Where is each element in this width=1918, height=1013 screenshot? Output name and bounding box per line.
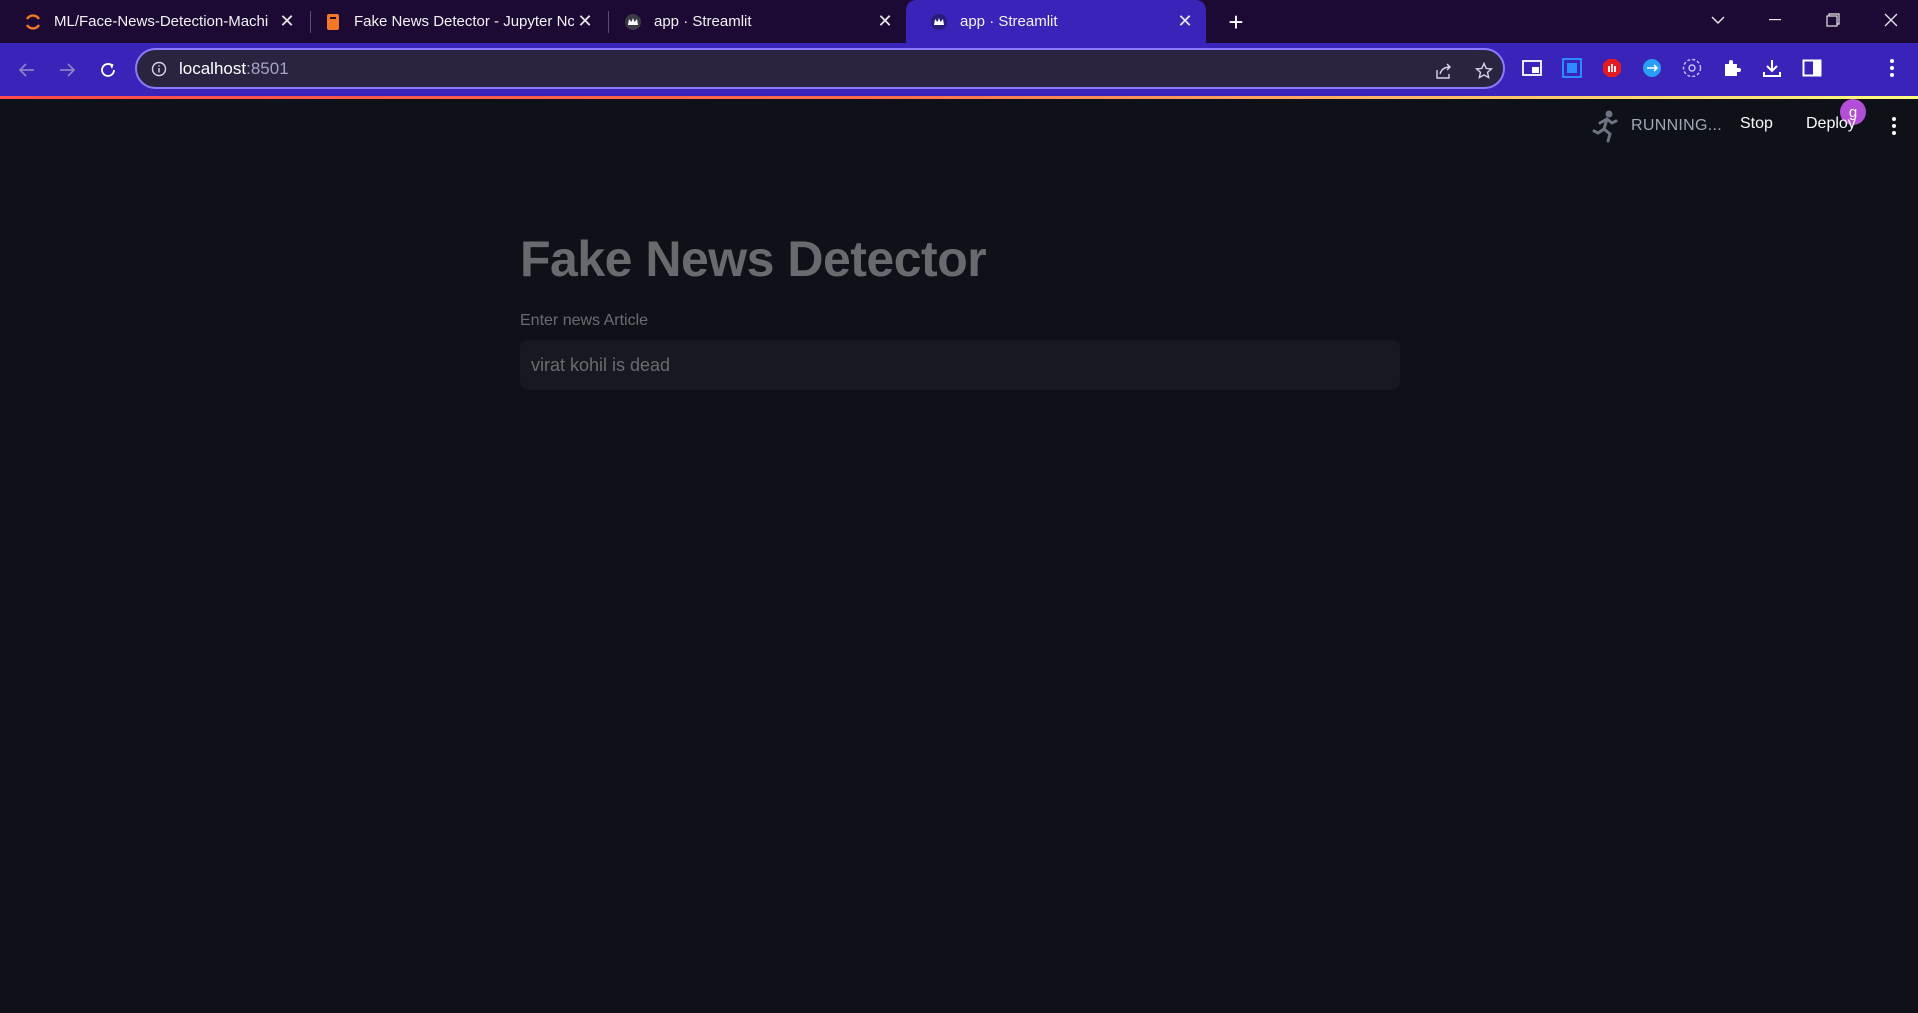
tab-jupyter-repo[interactable]: ML/Face-News-Detection-Machi ✕	[0, 0, 308, 43]
browser-tabstrip: ML/Face-News-Detection-Machi ✕ Fake News…	[0, 0, 1918, 43]
tab-search-button[interactable]	[1695, 0, 1741, 40]
reload-button[interactable]	[93, 55, 123, 85]
running-status: RUNNING...	[1631, 117, 1722, 134]
speed-extension-icon[interactable]	[1680, 56, 1704, 80]
news-input-label: Enter news Article	[520, 312, 649, 329]
download-icon[interactable]	[1760, 56, 1784, 80]
url-host: localhost	[179, 58, 247, 78]
tab-streamlit-active[interactable]: app · Streamlit ✕	[906, 0, 1206, 43]
tab-jupyter-notebook[interactable]: Fake News Detector - Jupyter Nc ✕	[300, 0, 606, 43]
news-article-input[interactable]: virat kohil is dead	[520, 340, 1400, 390]
deploy-button[interactable]: Deploy	[1806, 115, 1856, 133]
url-text: localhost:8501	[179, 59, 289, 79]
streamlit-header: RUNNING... Stop Deploy	[0, 99, 1918, 153]
picture-in-picture-icon[interactable]	[1520, 56, 1544, 80]
url-port: :8501	[246, 58, 289, 78]
tab-title: app · Streamlit	[654, 13, 752, 30]
tab-title: app · Streamlit	[960, 13, 1058, 30]
stop-button[interactable]: Stop	[1740, 115, 1773, 133]
close-icon[interactable]: ✕	[1174, 11, 1196, 33]
screenshot-extension-icon[interactable]	[1560, 56, 1584, 80]
jupyter-icon	[24, 13, 42, 31]
close-icon[interactable]: ✕	[276, 11, 298, 33]
tab-streamlit-1[interactable]: app · Streamlit ✕	[600, 0, 906, 43]
app-main: Fake News Detector Enter news Article vi…	[520, 230, 1400, 390]
streamlit-crown-icon	[930, 13, 948, 31]
new-tab-button[interactable]: +	[1222, 7, 1250, 37]
main-menu-icon[interactable]	[1882, 113, 1906, 139]
notebook-icon	[324, 13, 342, 31]
share-icon[interactable]	[1433, 60, 1455, 82]
page-title: Fake News Detector	[520, 231, 987, 287]
forward-button[interactable]	[52, 55, 82, 85]
address-bar[interactable]: localhost:8501	[135, 48, 1505, 89]
running-man-icon	[1592, 109, 1620, 143]
close-icon[interactable]: ✕	[874, 11, 896, 33]
bookmark-star-icon[interactable]	[1473, 60, 1495, 82]
tab-title: ML/Face-News-Detection-Machi	[54, 13, 269, 30]
translate-extension-icon[interactable]	[1640, 56, 1664, 80]
adblock-extension-icon[interactable]	[1600, 56, 1624, 80]
browser-toolbar: localhost:8501 g	[0, 43, 1918, 125]
tab-title: Fake News Detector - Jupyter Nc	[354, 13, 574, 30]
side-panel-icon[interactable]	[1800, 56, 1824, 80]
close-icon[interactable]: ✕	[574, 11, 596, 33]
streamlit-crown-icon	[624, 13, 642, 31]
back-button[interactable]	[12, 55, 42, 85]
browser-menu-icon[interactable]	[1880, 56, 1904, 80]
minimize-button[interactable]	[1752, 0, 1798, 40]
extensions-puzzle-icon[interactable]	[1720, 56, 1744, 80]
restore-button[interactable]	[1810, 0, 1856, 40]
close-window-button[interactable]	[1868, 0, 1914, 40]
site-info-icon[interactable]	[149, 59, 169, 79]
